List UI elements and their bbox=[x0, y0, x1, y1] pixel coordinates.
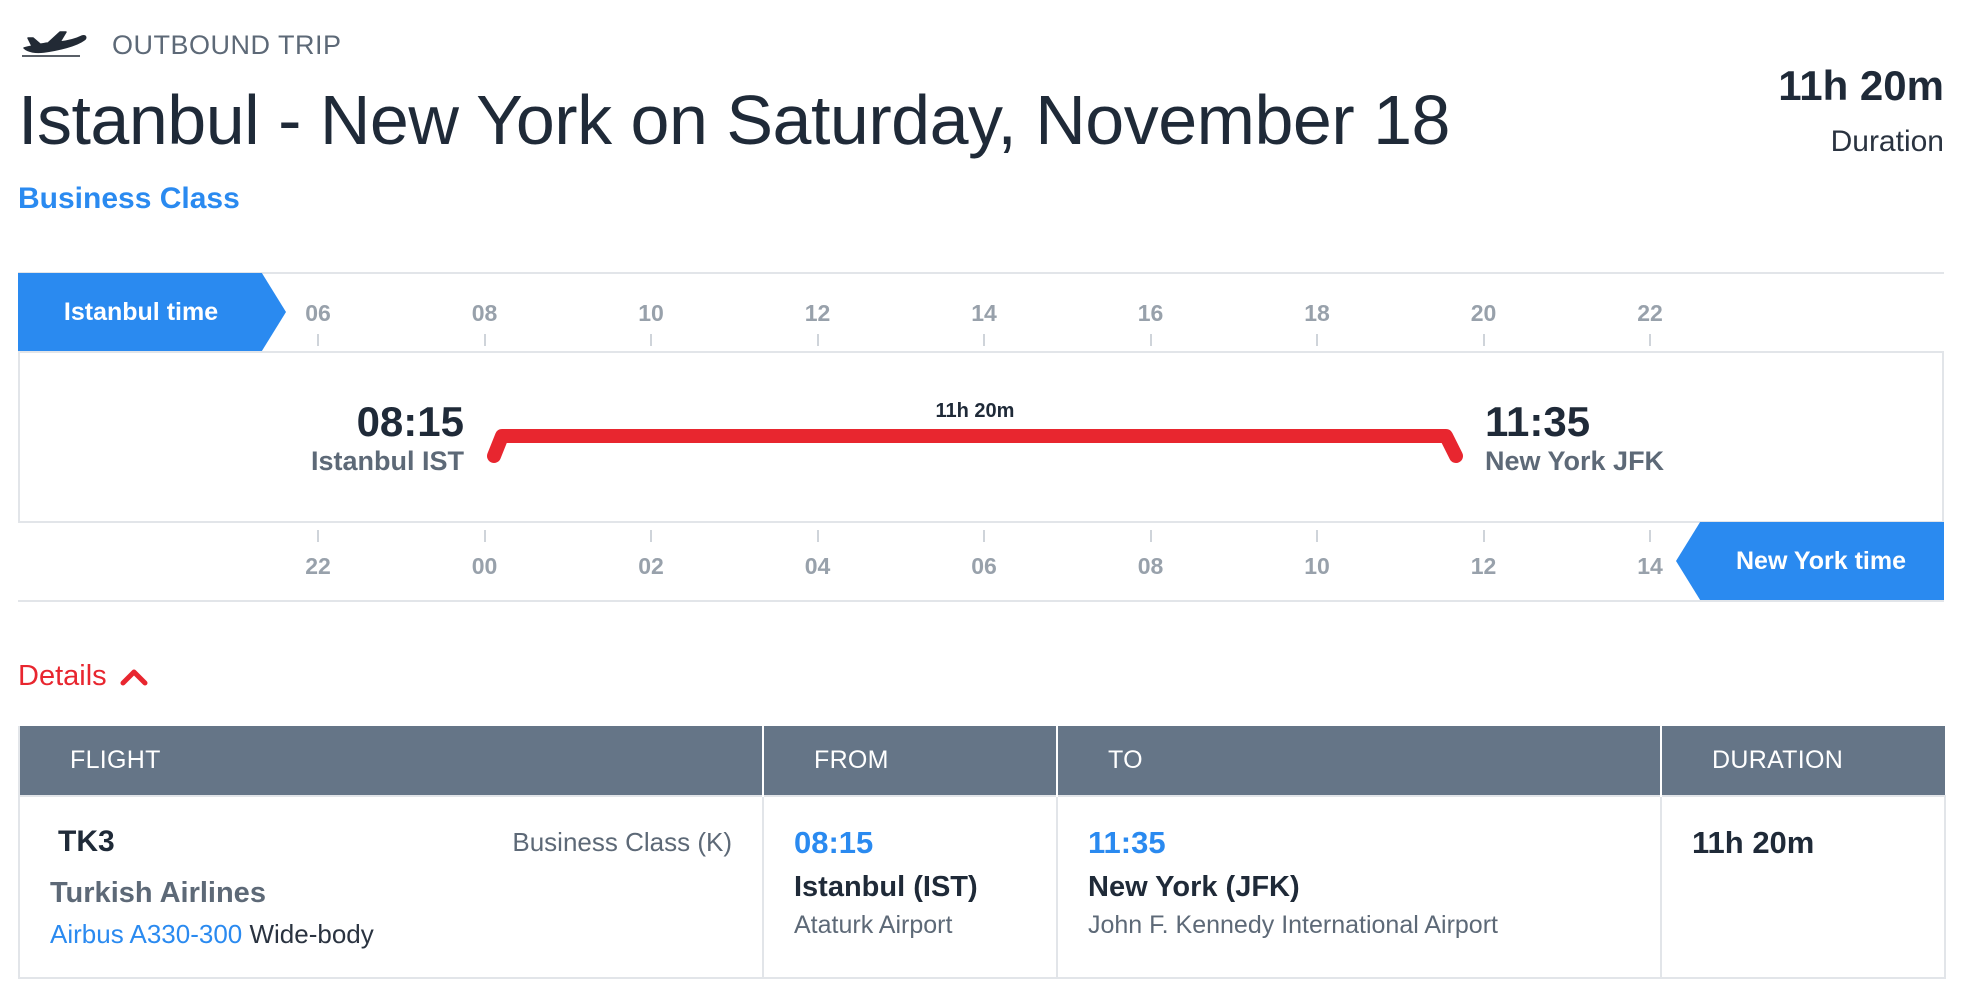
dest-tick-mark bbox=[1316, 530, 1318, 542]
dest-tick-mark bbox=[983, 530, 985, 542]
from-city: Istanbul (IST) bbox=[794, 871, 978, 903]
timeline-bottom-divider bbox=[18, 600, 1944, 602]
from-cell: 08:15 Istanbul (IST) Ataturk Airport bbox=[762, 795, 1058, 979]
page-title: Istanbul - New York on Saturday, Novembe… bbox=[18, 81, 1450, 159]
airline-name: Turkish Airlines bbox=[50, 877, 266, 909]
to-airport: John F. Kennedy International Airport bbox=[1088, 911, 1498, 939]
dest-tick-label: 22 bbox=[305, 553, 331, 579]
to-cell: 11:35 New York (JFK) John F. Kennedy Int… bbox=[1056, 795, 1662, 979]
details-toggle-label: Details bbox=[18, 660, 107, 692]
to-time: 11:35 bbox=[1088, 825, 1166, 860]
dest-tick-mark bbox=[1149, 530, 1152, 542]
origin-tick-label: 22 bbox=[1637, 300, 1663, 326]
to-city: New York (JFK) bbox=[1088, 871, 1300, 903]
column-header-to: TO bbox=[1056, 726, 1661, 796]
dest-tick-label: 06 bbox=[971, 553, 997, 579]
trip-direction-label: OUTBOUND TRIP bbox=[112, 30, 342, 60]
origin-tick-mark bbox=[483, 334, 486, 346]
aircraft-model-link[interactable]: Airbus A330-300 bbox=[50, 919, 242, 949]
table-row: TK3 Business Class (K) Turkish Airlines … bbox=[18, 795, 1946, 979]
origin-tick-mark bbox=[983, 334, 985, 346]
flight-bar-duration: 11h 20m bbox=[935, 400, 1015, 422]
from-airport: Ataturk Airport bbox=[794, 911, 953, 939]
aircraft-info: Airbus A330-300 Wide-body bbox=[50, 919, 374, 950]
airplane-icon bbox=[22, 31, 87, 57]
from-time: 08:15 bbox=[794, 825, 874, 860]
origin-tick-mark bbox=[317, 334, 319, 346]
column-header-from: FROM bbox=[762, 726, 1057, 796]
total-duration-value: 11h 20m bbox=[1778, 62, 1944, 109]
flight-duration: 11h 20m bbox=[1692, 825, 1815, 860]
dest-tick-label: 12 bbox=[1470, 553, 1497, 579]
origin-tick-label: 16 bbox=[1137, 300, 1164, 326]
dest-tick-mark bbox=[650, 530, 652, 542]
origin-tick-mark bbox=[1482, 334, 1485, 346]
cabin-class-label: Business Class bbox=[18, 182, 240, 215]
origin-tick-mark bbox=[1316, 334, 1318, 346]
total-duration-label: Duration bbox=[1830, 125, 1944, 158]
origin-timezone-label: Istanbul time bbox=[18, 273, 286, 351]
departure-time: 08:15 bbox=[356, 398, 464, 445]
dest-tick-mark bbox=[483, 530, 486, 542]
origin-tick-mark bbox=[650, 334, 652, 346]
dest-tick-label: 10 bbox=[1304, 553, 1330, 579]
timeline-top-divider bbox=[18, 272, 1944, 274]
dest-tick-mark bbox=[317, 530, 319, 542]
origin-tick-label: 18 bbox=[1304, 300, 1330, 326]
origin-tick-mark bbox=[1649, 334, 1651, 346]
flight-cell: TK3 Business Class (K) Turkish Airlines … bbox=[18, 795, 764, 979]
arrival-time: 11:35 bbox=[1485, 398, 1591, 445]
origin-tick-label: 20 bbox=[1470, 300, 1497, 326]
origin-tick-label: 12 bbox=[804, 300, 831, 326]
dest-tick-label: 00 bbox=[471, 553, 498, 579]
duration-cell: 11h 20m bbox=[1660, 795, 1946, 979]
origin-tick-label: 06 bbox=[305, 300, 331, 326]
column-header-flight: FLIGHT bbox=[18, 726, 763, 796]
origin-tick-label: 10 bbox=[638, 300, 664, 326]
aircraft-body-type: Wide-body bbox=[249, 919, 374, 949]
departure-airport: Istanbul IST bbox=[310, 446, 464, 476]
origin-tick-label: 08 bbox=[471, 300, 498, 326]
dest-tick-mark bbox=[1649, 530, 1651, 542]
dest-tick-mark bbox=[816, 530, 819, 542]
origin-tick-label: 14 bbox=[971, 300, 997, 326]
destination-timezone-label: New York time bbox=[1676, 522, 1944, 600]
arrival-airport: New York JFK bbox=[1485, 446, 1665, 476]
table-header-row: FLIGHT FROM TO DURATION bbox=[18, 726, 1945, 796]
details-toggle[interactable]: Details bbox=[18, 660, 149, 693]
booking-class: Business Class (K) bbox=[512, 827, 732, 857]
origin-tick-mark bbox=[816, 334, 819, 346]
flight-duration-bar bbox=[487, 429, 1463, 463]
origin-tick-mark bbox=[1149, 334, 1152, 346]
dest-tick-label: 14 bbox=[1637, 553, 1663, 579]
dest-tick-mark bbox=[1482, 530, 1485, 542]
dest-tick-label: 04 bbox=[804, 553, 831, 579]
flight-details-table: FLIGHT FROM TO DURATION TK3 Business Cla… bbox=[18, 726, 1946, 979]
chevron-up-icon bbox=[120, 669, 148, 685]
dest-tick-label: 02 bbox=[638, 553, 664, 579]
dest-tick-label: 08 bbox=[1137, 553, 1164, 579]
flight-number: TK3 bbox=[58, 825, 115, 858]
column-header-duration: DURATION bbox=[1660, 726, 1945, 796]
